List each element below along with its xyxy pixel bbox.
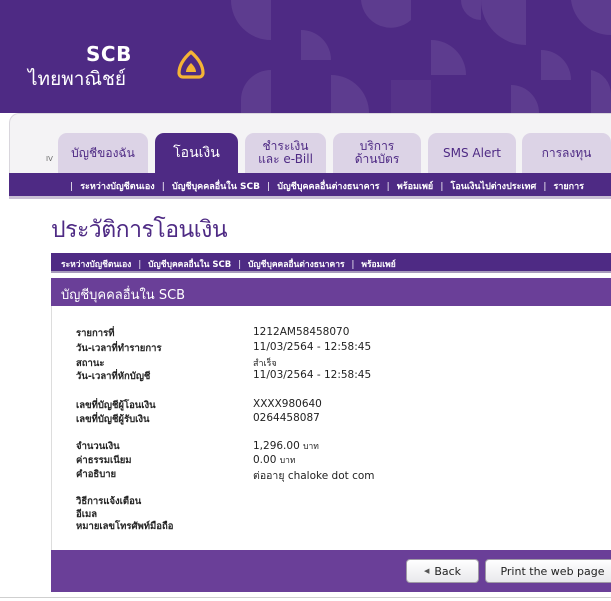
- submenu-international[interactable]: โอนเงินไปต่างประเทศ: [451, 182, 537, 192]
- submenu-history[interactable]: รายการ: [554, 182, 585, 192]
- amount-unit: บาท: [303, 442, 319, 452]
- tab-card-services[interactable]: บริการ ด้านบัตร: [333, 133, 421, 173]
- tab-sms-alert[interactable]: SMS Alert: [428, 133, 516, 173]
- submenu-own-accounts[interactable]: ระหว่างบัญชีตนเอง: [80, 182, 154, 192]
- detail-value: 0264458087: [253, 412, 320, 424]
- bottom-divider: [0, 597, 611, 598]
- tab-label: SMS Alert: [443, 145, 501, 160]
- detail-value: 11/03/2564 - 12:58:45: [253, 341, 372, 353]
- site-header: SCB ไทยพาณิชย์: [0, 0, 611, 113]
- logo-thai-text: ไทยพาณิชย์: [28, 68, 127, 90]
- detail-label: ค่าธรรมเนียม: [76, 455, 132, 466]
- tab-label-line2: ด้านบัตร: [354, 152, 400, 166]
- detail-label: หมายเลขโทรศัพท์มือถือ: [76, 521, 174, 532]
- tab-transfer[interactable]: โอนเงิน: [155, 133, 238, 173]
- tab-label: โอนเงิน: [173, 144, 220, 161]
- history-nav-other-scb[interactable]: บัญชีบุคคลอื่นใน SCB: [148, 260, 231, 270]
- submenu-items: | ระหว่างบัญชีตนเอง | บัญชีบุคคลอื่นใน S…: [70, 182, 585, 192]
- section-header: บัญชีบุคคลอื่นใน SCB: [51, 276, 611, 306]
- header-pattern: [231, 0, 611, 113]
- submenu-promptpay[interactable]: พร้อมเพย์: [397, 182, 433, 192]
- fee-value: 0.00: [253, 454, 277, 466]
- status-value: สำเร็จ: [253, 359, 277, 369]
- detail-value: 1212AM58458070: [253, 326, 350, 338]
- detail-label: จำนวนเงิน: [76, 441, 120, 452]
- detail-label: รายการที่: [76, 328, 115, 339]
- detail-value: ต่ออายุ chaloke dot com: [253, 470, 375, 482]
- fee-unit: บาท: [279, 456, 296, 466]
- back-button-label: Back: [434, 564, 462, 578]
- history-nav-promptpay[interactable]: พร้อมเพย์: [361, 260, 395, 270]
- back-button[interactable]: ◀ Back: [406, 559, 479, 583]
- history-nav: ระหว่างบัญชีตนเอง | บัญชีบุคคลอื่นใน SCB…: [51, 253, 611, 273]
- print-button[interactable]: Print the web page: [485, 559, 611, 583]
- tab-marker: IV: [46, 155, 53, 163]
- history-nav-own-accounts[interactable]: ระหว่างบัญชีตนเอง: [61, 260, 131, 270]
- page-title: ประวัติการโอนเงิน: [51, 217, 228, 243]
- section-title: บัญชีบุคคลอื่นใน SCB: [61, 288, 186, 303]
- detail-value: 0.00 บาท: [253, 453, 296, 467]
- left-arrow-icon: ◀: [423, 567, 430, 575]
- history-nav-other-bank[interactable]: บัญชีบุคคลอื่นต่างธนาคาร: [248, 260, 345, 270]
- detail-label: เลขที่บัญชีผู้โอนเงิน: [76, 400, 156, 411]
- tab-my-accounts[interactable]: บัญชีของฉัน: [58, 133, 148, 173]
- tab-label: การลงทุน: [541, 145, 592, 160]
- detail-label: คำอธิบาย: [76, 469, 117, 480]
- submenu-other-bank[interactable]: บัญชีบุคคลอื่นต่างธนาคาร: [277, 182, 379, 192]
- detail-value: XXXX980640: [253, 398, 322, 410]
- history-nav-items: ระหว่างบัญชีตนเอง | บัญชีบุคคลอื่นใน SCB…: [61, 260, 396, 270]
- detail-value: 11/03/2564 - 12:58:45: [253, 369, 372, 381]
- tab-label-line2: และ e-Bill: [258, 152, 313, 166]
- detail-value: 1,296.00 บาท: [253, 439, 319, 453]
- submenu-other-scb[interactable]: บัญชีบุคคลอื่นใน SCB: [172, 182, 260, 192]
- scb-emblem-icon: [177, 50, 205, 79]
- tab-label: บัญชีของฉัน: [71, 145, 135, 160]
- tab-bill-payment[interactable]: ชำระเงิน และ e-Bill: [245, 133, 326, 173]
- detail-label: วัน-เวลาที่ทำรายการ: [76, 343, 162, 354]
- transfer-submenu: | ระหว่างบัญชีตนเอง | บัญชีบุคคลอื่นใน S…: [9, 173, 611, 199]
- logo-scb-text: SCB: [86, 42, 132, 66]
- action-bar: ◀ Back Print the web page: [51, 550, 611, 592]
- amount-value: 1,296.00: [253, 440, 300, 452]
- tab-investment[interactable]: การลงทุน: [522, 133, 611, 173]
- page: SCB ไทยพาณิชย์ IV บัญชีของฉัน โอนเงิน ชำ…: [0, 0, 611, 601]
- print-button-label: Print the web page: [500, 564, 605, 578]
- detail-label: เลขที่บัญชีผู้รับเงิน: [76, 414, 150, 425]
- transaction-details: รายการที่ 1212AM58458070 วัน-เวลาที่ทำรา…: [51, 306, 611, 550]
- detail-label: วัน-เวลาที่หักบัญชี: [76, 371, 151, 382]
